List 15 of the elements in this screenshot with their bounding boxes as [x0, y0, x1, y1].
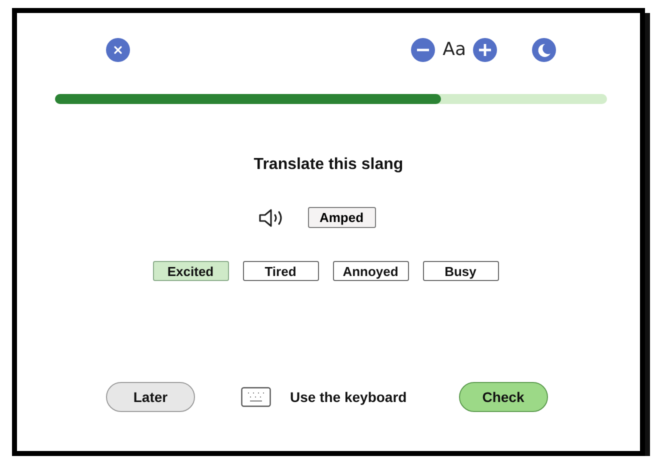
answer-option[interactable]: Tired	[242, 261, 318, 281]
slang-word: Amped	[308, 207, 376, 228]
answer-option[interactable]: Excited	[152, 261, 228, 281]
keyboard-link[interactable]: Use the keyboard	[290, 389, 407, 405]
answer-option[interactable]: Busy	[422, 261, 498, 281]
later-button[interactable]: Later	[106, 382, 195, 412]
font-size-label: Aa	[442, 38, 466, 62]
dark-mode-button[interactable]	[532, 38, 556, 62]
prompt-title: Translate this slang	[252, 156, 404, 174]
increase-font-button[interactable]	[473, 38, 497, 62]
answer-option[interactable]: Annoyed	[332, 261, 408, 281]
close-button[interactable]	[106, 38, 130, 62]
check-button[interactable]: Check	[458, 382, 548, 412]
keyboard-icon[interactable]	[241, 387, 271, 407]
decrease-font-button[interactable]	[410, 38, 435, 62]
